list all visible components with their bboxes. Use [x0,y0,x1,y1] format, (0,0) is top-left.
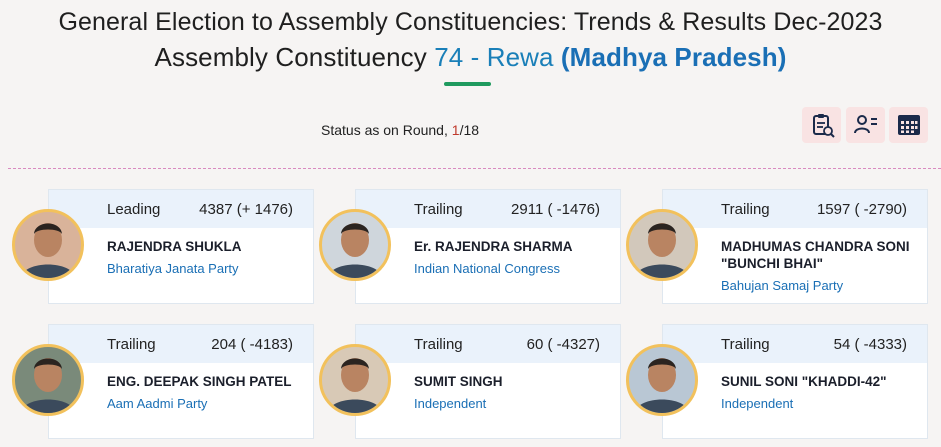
candidate-votes: 2911 ( -1476) [511,200,600,218]
candidate-name: ENG. DEEPAK SINGH PATEL [107,374,292,389]
candidate-votes: 4387 (+ 1476) [199,200,293,218]
candidate-status: Trailing [107,335,156,353]
section-divider [8,168,941,169]
calendar-grid-icon[interactable] [889,107,928,143]
constituency-separator: - [463,42,487,72]
constituency-number: 74 [434,42,464,72]
constituency-title: Assembly Constituency 74 - Rewa (Madhya … [0,42,941,73]
candidate-photo [319,209,391,281]
current-round: 1 [451,122,460,138]
candidate-status-bar: Trailing 204 ( -4183) [49,325,313,363]
candidate-party[interactable]: Independent [721,396,917,411]
candidate-photo [12,344,84,416]
candidate-party[interactable]: Independent [414,396,610,411]
candidate-name: Er. RAJENDRA SHARMA [414,239,573,254]
page-title: General Election to Assembly Constituenc… [58,8,883,36]
candidate-votes: 60 ( -4327) [526,335,600,353]
clipboard-list-icon[interactable] [802,107,841,143]
candidate-party[interactable]: Aam Aadmi Party [107,396,303,411]
candidate-photo [12,209,84,281]
candidate-status: Trailing [721,335,770,353]
candidate-votes: 1597 ( -2790) [816,200,907,218]
candidate-photo [626,344,698,416]
candidate-status: Leading [107,200,161,218]
candidate-status: Trailing [414,335,463,353]
candidate-name: SUMIT SINGH [414,374,503,389]
candidate-votes: 204 ( -4183) [211,335,293,353]
candidate-card[interactable]: Trailing 204 ( -4183) ENG. DEEPAK SINGH PA… [48,324,314,439]
candidate-card[interactable]: Trailing 2911 ( -1476) Er. RAJENDRA SHARMA… [355,189,621,304]
state-name: (Madhya Pradesh) [560,42,787,72]
candidate-status: Trailing [414,200,463,218]
candidate-status-bar: Trailing 60 ( -4327) [356,325,620,363]
round-status-label: Status as on Round, [321,122,448,138]
constituency-prefix: Assembly Constituency [154,42,427,72]
round-status: Status as on Round, 1/18 [321,122,479,138]
candidate-card[interactable]: Leading 4387 (+ 1476) RAJENDRA SHUKLA Bhara… [48,189,314,304]
candidate-card[interactable]: Trailing 1597 ( -2790) MADHUMAS CHANDRA SO… [662,189,928,304]
candidate-photo [319,344,391,416]
candidate-name: RAJENDRA SHUKLA [107,239,242,254]
constituency-name: Rewa [486,42,554,72]
candidate-status-bar: Leading 4387 (+ 1476) [49,190,313,228]
candidate-card[interactable]: Trailing 54 ( -4333) SUNIL SONI "KHADDI-42… [662,324,928,439]
candidate-name: MADHUMAS CHANDRA SONI "BUNCHI BHAI" [721,239,910,271]
candidate-status-bar: Trailing 54 ( -4333) [663,325,927,363]
candidate-card[interactable]: Trailing 60 ( -4327) SUMIT SINGH Independen… [355,324,621,439]
candidate-photo [626,209,698,281]
candidate-party[interactable]: Bahujan Samaj Party [721,278,917,293]
user-list-icon[interactable] [846,107,885,143]
candidate-status-bar: Trailing 2911 ( -1476) [356,190,620,228]
candidate-votes: 54 ( -4333) [833,335,907,353]
candidate-name: SUNIL SONI "KHADDI-42" [721,374,887,389]
candidate-status-bar: Trailing 1597 ( -2790) [663,190,927,228]
candidate-status: Trailing [721,200,770,218]
candidate-party[interactable]: Bharatiya Janata Party [107,261,303,276]
total-rounds: /18 [459,122,480,138]
candidate-party[interactable]: Indian National Congress [414,261,610,276]
title-underline [444,82,491,86]
